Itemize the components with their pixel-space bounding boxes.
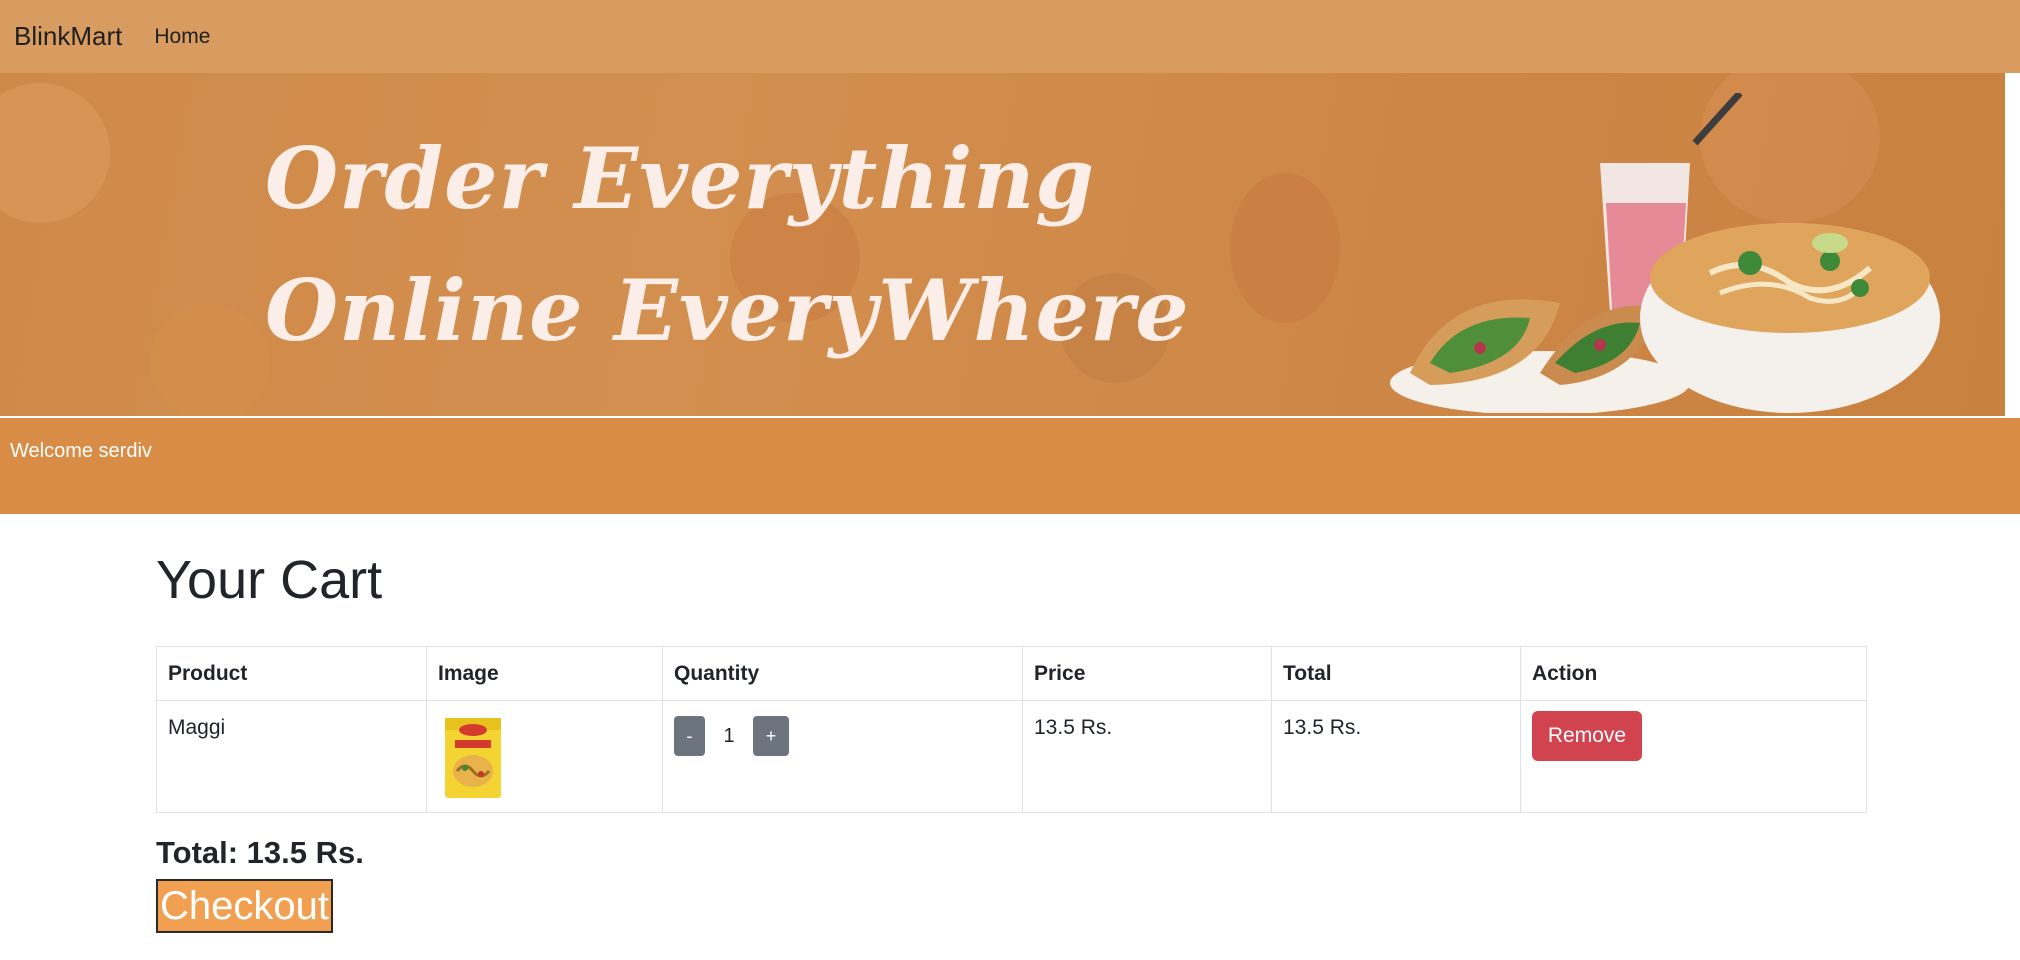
- column-header-quantity: Quantity: [662, 646, 1023, 701]
- column-header-image: Image: [426, 646, 663, 701]
- column-header-action: Action: [1520, 646, 1867, 701]
- cart-section: Your Cart Product Image Quantity Price T…: [156, 540, 1867, 933]
- banner-headline: Order Everything Online EveryWhere: [265, 113, 1190, 377]
- column-header-product: Product: [156, 646, 427, 701]
- product-image-cell: [426, 700, 663, 813]
- banner-decor: [1230, 173, 1340, 323]
- banner-edge: [2005, 73, 2020, 416]
- hero-banner: Order Everything Online EveryWhere: [0, 73, 2005, 416]
- quantity-cell: - 1 +: [662, 700, 1023, 813]
- table-row: Maggi - 1 + 13.5 Rs. 13.5 Rs. Remove: [156, 700, 1867, 813]
- decrease-quantity-button[interactable]: -: [674, 716, 705, 756]
- table-header-row: Product Image Quantity Price Total Actio…: [156, 646, 1867, 701]
- maggi-package-image: [445, 718, 501, 798]
- action-cell: Remove: [1520, 700, 1867, 813]
- cart-total: Total: 13.5 Rs.: [156, 835, 364, 870]
- banner-decor: [0, 83, 110, 223]
- banner-decor: [150, 303, 270, 416]
- product-name: Maggi: [156, 700, 427, 813]
- checkout-button[interactable]: Checkout: [156, 879, 333, 933]
- quantity-stepper: - 1 +: [674, 716, 1011, 756]
- welcome-bar: Welcome serdiv: [0, 418, 2020, 514]
- column-header-price: Price: [1022, 646, 1272, 701]
- increase-quantity-button[interactable]: +: [753, 716, 789, 756]
- top-navbar: BlinkMart Home: [0, 0, 2020, 73]
- product-total: 13.5 Rs.: [1271, 700, 1521, 813]
- cart-table: Product Image Quantity Price Total Actio…: [156, 646, 1867, 813]
- banner-line-2: Online EveryWhere: [265, 261, 1190, 360]
- nav-link-home[interactable]: Home: [154, 25, 210, 49]
- welcome-message: Welcome serdiv: [10, 439, 152, 462]
- brand-logo[interactable]: BlinkMart: [14, 21, 122, 52]
- column-header-total: Total: [1271, 646, 1521, 701]
- food-illustration: [1390, 93, 1940, 413]
- banner-line-1: Order Everything: [265, 129, 1096, 228]
- remove-button[interactable]: Remove: [1532, 711, 1642, 761]
- quantity-value: 1: [723, 724, 735, 747]
- product-price: 13.5 Rs.: [1022, 700, 1272, 813]
- page-title: Your Cart: [156, 550, 383, 610]
